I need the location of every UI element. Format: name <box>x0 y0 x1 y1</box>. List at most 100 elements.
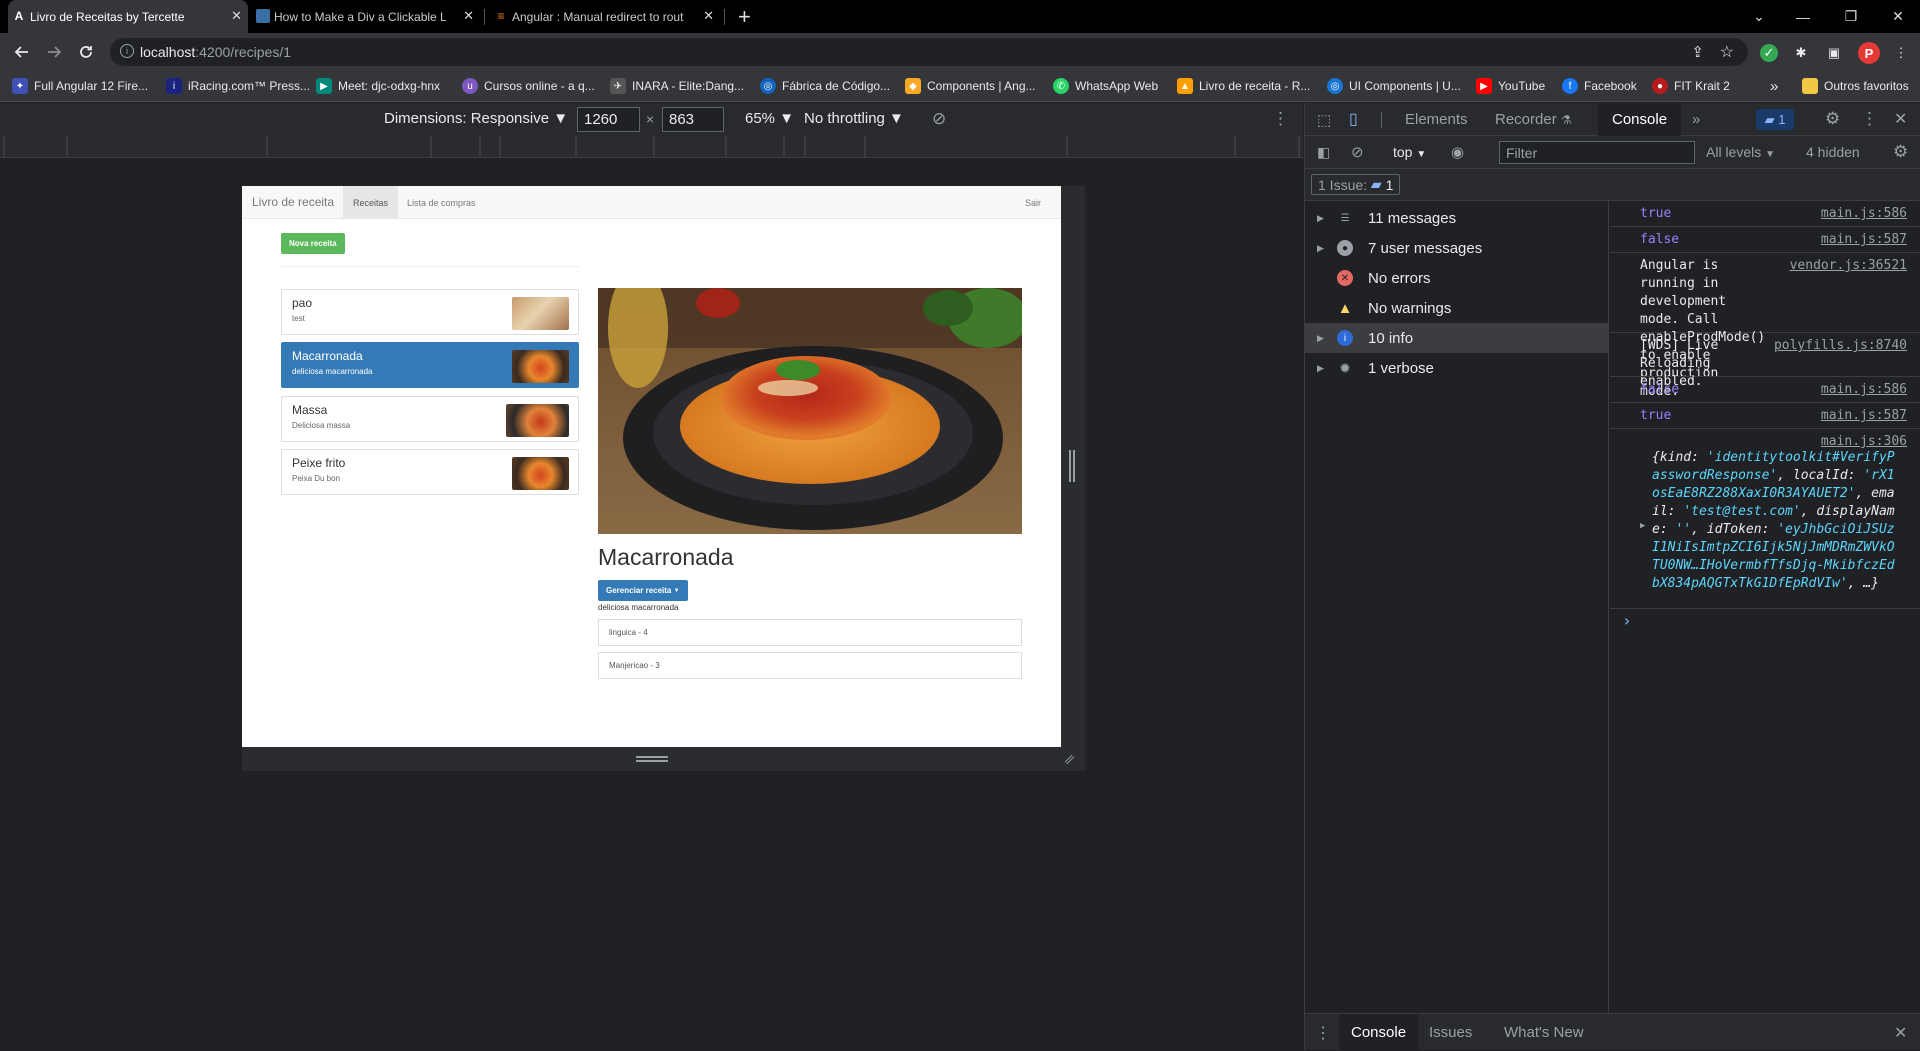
close-devtools-icon[interactable]: ✕ <box>1894 109 1907 129</box>
recipe-item-pao[interactable]: pao test <box>281 289 579 335</box>
dimensions-dropdown[interactable]: Dimensions: Responsive ▼ <box>384 110 568 127</box>
puzzle-icon[interactable]: ✱ <box>1792 44 1810 62</box>
new-tab-button[interactable]: + <box>738 4 751 30</box>
log-levels-dropdown[interactable]: All levels ▼ <box>1706 144 1775 160</box>
restore-button[interactable]: ❐ <box>1829 0 1873 33</box>
sidebar-item-warnings[interactable]: ▲ No warnings <box>1305 293 1609 323</box>
bookmark-item[interactable]: ▶ YouTube <box>1476 76 1545 96</box>
resize-handle-icon[interactable] <box>636 756 668 762</box>
inspect-element-icon[interactable]: ⬚ <box>1317 111 1335 129</box>
tab-livro-de-receitas[interactable]: A Livro de Receitas by Tercette ✕ <box>8 0 248 33</box>
url-bar[interactable]: i localhost:4200/recipes/1 ⇪ ☆ <box>110 38 1748 66</box>
console-prompt[interactable]: › <box>1622 611 1632 630</box>
devtools-menu-icon[interactable]: ⋮ <box>1861 109 1878 129</box>
app-brand[interactable]: Livro de receita <box>252 195 334 209</box>
bookmark-star-icon[interactable]: ☆ <box>1720 42 1734 62</box>
drawer-menu-icon[interactable]: ⋮ <box>1315 1023 1331 1043</box>
manage-recipe-dropdown[interactable]: Gerenciar receita ▼ <box>598 580 688 601</box>
eye-icon[interactable]: ◉ <box>1451 143 1464 161</box>
console-settings-icon[interactable]: ⚙ <box>1893 142 1908 162</box>
ingredient-item[interactable]: Manjericao - 3 <box>598 652 1022 679</box>
source-link[interactable]: vendor.js:36521 <box>1790 257 1907 275</box>
tab-angular-redirect[interactable]: ≡ Angular : Manual redirect to rout ✕ <box>490 0 720 33</box>
new-recipe-button[interactable]: Nova receita <box>281 233 345 254</box>
recipe-item-macarronada[interactable]: Macarronada deliciosa macarronada <box>281 342 579 388</box>
viewport-resize-right[interactable] <box>1061 186 1085 747</box>
source-link[interactable]: polyfills.js:8740 <box>1774 337 1907 355</box>
bookmark-item[interactable]: u Cursos online - a q... <box>462 76 595 96</box>
nav-receitas[interactable]: Receitas <box>343 186 399 219</box>
source-link[interactable]: main.js:587 <box>1821 231 1907 249</box>
source-link[interactable]: main.js:586 <box>1821 205 1907 223</box>
close-window-button[interactable]: ✕ <box>1876 0 1920 33</box>
recipe-item-massa[interactable]: Massa Deliciosa massa <box>281 396 579 442</box>
reload-button[interactable] <box>72 33 100 70</box>
throttling-dropdown[interactable]: No throttling ▼ <box>804 110 904 127</box>
bookmark-item[interactable]: ▲ Livro de receita - R... <box>1177 76 1310 96</box>
back-button[interactable] <box>8 33 36 70</box>
drawer-tab-whats-new[interactable]: What's New <box>1504 1014 1584 1051</box>
share-icon[interactable]: ⇪ <box>1691 43 1704 61</box>
bookmark-item[interactable]: ▶ Meet: djc-odxg-hnx <box>316 76 440 96</box>
sidebar-item-errors[interactable]: ✕ No errors <box>1305 263 1609 293</box>
drawer-tab-issues[interactable]: Issues <box>1429 1014 1472 1051</box>
side-panel-icon[interactable]: ▣ <box>1825 44 1843 62</box>
more-tabs-button[interactable]: » <box>1692 103 1700 136</box>
close-tab-icon[interactable]: ✕ <box>231 8 242 24</box>
bookmark-item[interactable]: ✆ WhatsApp Web <box>1053 76 1158 96</box>
height-input[interactable]: 863 <box>662 107 724 132</box>
minimize-button[interactable]: — <box>1781 0 1825 33</box>
drawer-tab-console[interactable]: Console <box>1339 1014 1419 1051</box>
device-toggle-icon[interactable]: ▯ <box>1349 109 1369 129</box>
close-drawer-icon[interactable]: ✕ <box>1894 1023 1907 1043</box>
bookmarks-overflow-button[interactable]: » <box>1770 76 1778 96</box>
sidebar-item-verbose[interactable]: ▶ ✹ 1 verbose <box>1305 353 1609 383</box>
zoom-dropdown[interactable]: 65% ▼ <box>745 110 794 127</box>
issues-badge[interactable]: ▰ 1 <box>1756 109 1794 130</box>
profile-avatar[interactable]: P <box>1858 42 1880 64</box>
sidebar-toggle-icon[interactable]: ◧ <box>1317 144 1330 161</box>
bookmark-item[interactable]: ✈ INARA - Elite:Dang... <box>610 76 744 96</box>
menu-kebab-icon[interactable]: ⋮ <box>1892 44 1910 62</box>
bookmark-item[interactable]: ◎ Fábrica de Código... <box>760 76 890 96</box>
console-object-message[interactable]: main.js:306 ▶ {kind: 'identitytoolkit#Ve… <box>1610 429 1920 609</box>
bookmark-item[interactable]: ● FIT Krait 2 <box>1652 76 1730 96</box>
issues-link[interactable]: 1 Issue: ▰ 1 <box>1311 174 1401 195</box>
tab-clickable-div[interactable]: How to Make a Div a Clickable Li ✕ <box>252 0 480 33</box>
forward-button[interactable] <box>40 33 68 70</box>
extension-icon[interactable]: ✓ <box>1760 44 1778 62</box>
sidebar-item-messages[interactable]: ▶ ☰ 11 messages <box>1305 203 1609 233</box>
close-tab-icon[interactable]: ✕ <box>463 8 474 24</box>
sidebar-item-user-messages[interactable]: ▶ ● 7 user messages <box>1305 233 1609 263</box>
console-filter-input[interactable]: Filter <box>1499 141 1695 164</box>
info-icon[interactable]: i <box>120 44 134 58</box>
source-link[interactable]: main.js:586 <box>1821 381 1907 399</box>
bookmark-item[interactable]: ◆ Components | Ang... <box>905 76 1036 96</box>
resize-corner-icon[interactable]: ═ <box>1060 750 1078 768</box>
bookmark-item[interactable]: ✦ Full Angular 12 Fire... <box>12 76 148 96</box>
recipe-item-peixe-frito[interactable]: Peixe frito Peixa Du bon <box>281 449 579 495</box>
bookmark-item[interactable]: ◎ UI Components | U... <box>1327 76 1461 96</box>
device-more-icon[interactable]: ⋮ <box>1272 109 1289 129</box>
source-link[interactable]: main.js:587 <box>1821 407 1907 425</box>
viewport-resize-bottom[interactable]: ═ <box>242 747 1085 771</box>
nav-sair[interactable]: Sair <box>1015 186 1051 219</box>
source-link[interactable]: main.js:306 <box>1821 433 1907 451</box>
bookmark-item[interactable]: f Facebook <box>1562 76 1637 96</box>
context-selector[interactable]: top ▼ <box>1393 144 1426 160</box>
resize-handle-icon[interactable] <box>1069 450 1075 482</box>
nav-lista-de-compras[interactable]: Lista de compras <box>397 186 486 219</box>
width-input[interactable]: 1260 <box>577 107 640 132</box>
tab-console[interactable]: Console <box>1598 103 1682 136</box>
tab-recorder[interactable]: Recorder ⚗ <box>1495 103 1572 136</box>
bookmark-item[interactable]: i iRacing.com™ Press... <box>166 76 310 96</box>
sidebar-item-info[interactable]: ▶ i 10 info <box>1305 323 1609 353</box>
expand-arrow-icon[interactable]: ▶ <box>1640 517 1645 535</box>
other-bookmarks[interactable]: Outros favoritos <box>1802 76 1909 96</box>
tab-search-icon[interactable]: ⌄ <box>1737 0 1781 33</box>
ingredient-item[interactable]: linguica - 4 <box>598 619 1022 646</box>
clear-console-icon[interactable]: ⊘ <box>1351 143 1364 161</box>
settings-gear-icon[interactable]: ⚙ <box>1825 109 1840 129</box>
close-tab-icon[interactable]: ✕ <box>703 8 714 24</box>
tab-elements[interactable]: Elements <box>1405 103 1468 136</box>
